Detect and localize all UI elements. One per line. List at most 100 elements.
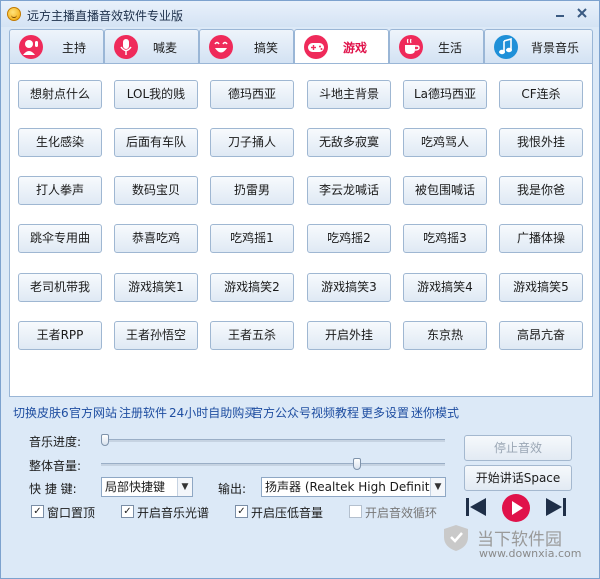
sound-button[interactable]: 生化感染 xyxy=(18,128,102,157)
sound-button[interactable]: 吃鸡摇2 xyxy=(307,224,391,253)
smiley-app-icon xyxy=(7,7,21,21)
link-video-tutorial[interactable]: 视频教程 xyxy=(311,404,359,421)
previous-track-icon[interactable] xyxy=(465,495,487,519)
app-window: 远方主播直播音效软件专业版 主持 喊麦 搞笑 游戏 生活 背景音乐 想射点什么 … xyxy=(0,0,600,579)
link-official-site[interactable]: 官方网站 xyxy=(69,404,117,421)
next-track-icon[interactable] xyxy=(545,495,567,519)
watermark-shield-icon xyxy=(444,525,468,551)
link-official-account[interactable]: 官方公众号 xyxy=(251,404,311,421)
tab-funny[interactable]: 搞笑 xyxy=(199,29,294,63)
laughing-face-icon xyxy=(209,35,233,59)
sound-button[interactable]: 吃鸡骂人 xyxy=(403,128,487,157)
sound-button[interactable]: 王者RPP xyxy=(18,321,102,350)
tab-shout-label: 喊麦 xyxy=(153,41,178,55)
category-tabs: 主持 喊麦 搞笑 游戏 生活 背景音乐 xyxy=(9,29,593,65)
stop-effect-button[interactable]: 停止音效 xyxy=(464,435,572,461)
music-spectrum-label: 开启音乐光谱 xyxy=(137,506,210,520)
sound-button[interactable]: 游戏搞笑2 xyxy=(210,273,294,302)
sound-button[interactable]: 我是你爸 xyxy=(499,176,583,205)
sound-button[interactable]: 我恨外挂 xyxy=(499,128,583,157)
tab-game-label: 游戏 xyxy=(343,41,368,55)
tab-life[interactable]: 生活 xyxy=(389,29,484,63)
sound-button[interactable]: 吃鸡摇1 xyxy=(210,224,294,253)
sound-button[interactable]: La德玛西亚 xyxy=(403,80,487,109)
sound-button[interactable]: 王者孙悟空 xyxy=(114,321,198,350)
tab-life-label: 生活 xyxy=(438,41,463,55)
close-button[interactable] xyxy=(573,7,591,21)
sound-button[interactable]: 斗地主背景 xyxy=(307,80,391,109)
sound-button[interactable]: 无敌多寂寞 xyxy=(307,128,391,157)
sound-button-panel: 想射点什么 LOL我的贱 德玛西亚 斗地主背景 La德玛西亚 CF连杀 生化感染… xyxy=(9,63,593,397)
hotkey-select[interactable]: 局部快捷键 ▼ xyxy=(101,477,193,497)
tab-funny-label: 搞笑 xyxy=(254,41,279,55)
music-progress-thumb[interactable] xyxy=(101,434,109,446)
tab-shout[interactable]: 喊麦 xyxy=(104,29,199,63)
sound-button[interactable]: 开启外挂 xyxy=(307,321,391,350)
volume-thumb[interactable] xyxy=(353,458,361,470)
sound-button[interactable]: 后面有车队 xyxy=(114,128,198,157)
sound-button[interactable]: 恭喜吃鸡 xyxy=(114,224,198,253)
loop-effect-checkbox[interactable] xyxy=(349,505,362,518)
sound-button[interactable]: CF连杀 xyxy=(499,80,583,109)
sound-button[interactable]: 游戏搞笑4 xyxy=(403,273,487,302)
music-progress-label: 音乐进度: xyxy=(29,435,82,449)
lower-volume-checkbox[interactable]: ✓ xyxy=(235,505,248,518)
tab-host-label: 主持 xyxy=(62,41,87,55)
sound-button[interactable]: 被包围喊话 xyxy=(403,176,487,205)
play-icon[interactable] xyxy=(501,493,531,523)
chevron-down-icon: ▼ xyxy=(177,478,192,496)
tab-game[interactable]: 游戏 xyxy=(294,29,389,65)
link-switch-skin[interactable]: 切换皮肤6 xyxy=(13,404,69,421)
sound-button[interactable]: LOL我的贱 xyxy=(114,80,198,109)
microphone-icon xyxy=(114,35,138,59)
sound-button[interactable]: 游戏搞笑3 xyxy=(307,273,391,302)
link-self-purchase[interactable]: 24小时自助购买 xyxy=(169,404,256,421)
link-more-settings[interactable]: 更多设置 xyxy=(361,404,409,421)
close-icon xyxy=(577,8,587,18)
volume-label: 整体音量: xyxy=(29,459,82,473)
output-select[interactable]: 扬声器 (Realtek High Definition Audio) ▼ xyxy=(261,477,446,497)
sound-button[interactable]: 吃鸡摇3 xyxy=(403,224,487,253)
chevron-down-icon: ▼ xyxy=(430,478,445,496)
microphone-person-icon xyxy=(19,35,43,59)
sound-button[interactable]: 老司机带我 xyxy=(18,273,102,302)
sound-button[interactable]: 广播体操 xyxy=(499,224,583,253)
always-on-top-checkbox[interactable]: ✓ xyxy=(31,505,44,518)
output-label: 输出: xyxy=(218,482,247,496)
tab-background-music[interactable]: 背景音乐 xyxy=(484,29,593,63)
sound-button[interactable]: 刀子捅人 xyxy=(210,128,294,157)
sound-button[interactable]: 李云龙喊话 xyxy=(307,176,391,205)
start-talk-button[interactable]: 开始讲话Space xyxy=(464,465,572,491)
always-on-top-label: 窗口置顶 xyxy=(47,506,96,520)
minimize-button[interactable] xyxy=(551,7,569,21)
coffee-cup-icon xyxy=(399,35,423,59)
window-title: 远方主播直播音效软件专业版 xyxy=(27,9,184,23)
sound-button[interactable]: 游戏搞笑5 xyxy=(499,273,583,302)
sound-button[interactable]: 跳伞专用曲 xyxy=(18,224,102,253)
link-mini-mode[interactable]: 迷你模式 xyxy=(411,404,459,421)
hotkey-label: 快 捷 键: xyxy=(29,482,77,496)
sound-button[interactable]: 德玛西亚 xyxy=(210,80,294,109)
link-register[interactable]: 注册软件 xyxy=(119,404,167,421)
sound-button[interactable]: 想射点什么 xyxy=(18,80,102,109)
music-spectrum-checkbox[interactable]: ✓ xyxy=(121,505,134,518)
sound-button[interactable]: 东京热 xyxy=(403,321,487,350)
sound-button[interactable]: 游戏搞笑1 xyxy=(114,273,198,302)
volume-track[interactable] xyxy=(101,463,445,466)
loop-effect-label: 开启音效循环 xyxy=(365,506,438,520)
music-progress-track[interactable] xyxy=(101,439,445,442)
sound-button[interactable]: 数码宝贝 xyxy=(114,176,198,205)
sound-button[interactable]: 扔雷男 xyxy=(210,176,294,205)
watermark-url: www.downxia.com xyxy=(479,547,582,560)
title-bar[interactable]: 远方主播直播音效软件专业版 xyxy=(1,1,599,27)
gamepad-icon xyxy=(304,35,328,59)
minimize-icon xyxy=(556,15,564,17)
control-area: 音乐进度: 整体音量: 快 捷 键: 局部快捷键 ▼ 输出: 扬声器 (Real… xyxy=(9,425,593,575)
hotkey-select-value: 局部快捷键 xyxy=(105,480,166,494)
sound-button[interactable]: 高昂亢奋 xyxy=(499,321,583,350)
tab-host[interactable]: 主持 xyxy=(9,29,104,63)
sound-button[interactable]: 王者五杀 xyxy=(210,321,294,350)
sound-button[interactable]: 打人拳声 xyxy=(18,176,102,205)
output-select-value: 扬声器 (Realtek High Definition Audio) xyxy=(265,480,446,494)
lower-volume-label: 开启压低音量 xyxy=(251,506,324,520)
